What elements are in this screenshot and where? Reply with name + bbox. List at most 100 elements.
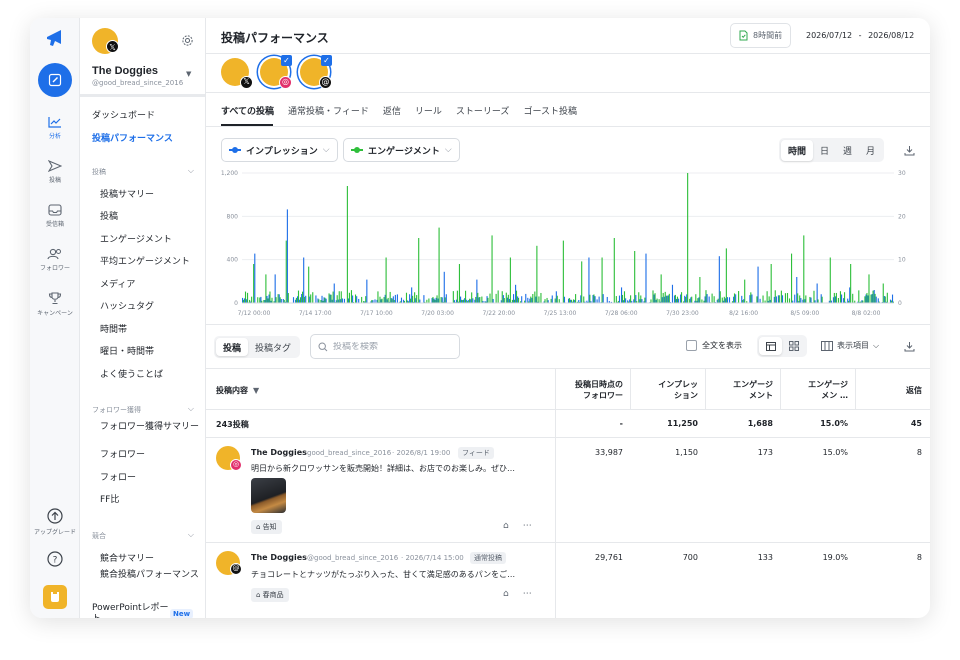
table-mode-toggle: 投稿 投稿タグ (214, 336, 301, 358)
left-metric-select[interactable]: インプレッション ⌵ (221, 138, 338, 162)
nav-follower-summary[interactable]: フォロワー獲得サマリー (100, 422, 200, 433)
rail-posts[interactable]: 投稿 (30, 160, 80, 184)
tab-replies[interactable]: 返信 (383, 104, 401, 117)
engagement-bar (562, 240, 564, 303)
nav-competitor-post-performance[interactable]: 競合投稿パフォーマンス (100, 570, 200, 581)
nav-posts[interactable]: 投稿 (100, 212, 200, 223)
nav-powerpoint-report[interactable]: PowerPointレポート (92, 603, 172, 618)
col-content[interactable]: 投稿内容 ▼ (216, 369, 267, 411)
total-replies: 45 (910, 419, 922, 428)
fulltext-toggle[interactable]: 全文を表示 (686, 340, 742, 351)
account-chip-instagram[interactable]: ✓ ◎ (260, 55, 292, 89)
table-row[interactable]: @ The Doggies @good_bread_since_2016 · 2… (206, 543, 930, 618)
nav-following[interactable]: フォロー (100, 473, 200, 484)
tab-all-posts[interactable]: すべての投稿 (221, 104, 274, 117)
y-left-tick-label: 800 (227, 213, 239, 220)
rail-followers[interactable]: フォロワー (30, 248, 80, 272)
more-icon[interactable]: ⋯ (523, 589, 532, 599)
table-view-button[interactable] (759, 337, 782, 355)
granularity-day[interactable]: 日 (813, 140, 836, 161)
columns-label: 表示項目 (837, 341, 869, 350)
gear-icon[interactable] (181, 34, 194, 47)
rail-analytics[interactable]: 分析 (30, 116, 80, 140)
engagement-bar (725, 248, 727, 303)
nav-engagement[interactable]: エンゲージメント (100, 235, 200, 246)
granularity-week[interactable]: 週 (836, 140, 859, 161)
tab-feed-posts[interactable]: 通常投稿・フィード (288, 104, 369, 117)
section-follower-growth[interactable]: フォロワー獲得 ⌵ (92, 404, 194, 415)
fulltext-checkbox[interactable] (686, 340, 697, 351)
caret-down-icon[interactable]: ▼ (186, 70, 191, 78)
col-impressions[interactable]: インプレッ ション (631, 369, 706, 411)
account-chip-x[interactable]: 𝕏 (221, 58, 253, 89)
brand-avatar[interactable] (43, 585, 67, 609)
engagement-bar (805, 295, 807, 303)
table-header: 投稿内容 ▼ 投稿日時点の フォロワー インプレッ ション エンゲージ メント エ… (206, 368, 930, 410)
more-icon[interactable]: ⋯ (523, 521, 532, 531)
nav-post-summary[interactable]: 投稿サマリー (100, 190, 200, 201)
tab-stories[interactable]: ストーリーズ (456, 104, 510, 117)
divider (206, 324, 930, 325)
app-logo-icon[interactable] (43, 26, 67, 50)
engagement-bar (265, 274, 267, 303)
impression-bar (671, 284, 674, 303)
engagement-bar (487, 297, 489, 303)
nav-media[interactable]: メディア (100, 280, 200, 291)
engagement-bar (813, 290, 815, 303)
engagement-bar (350, 290, 353, 303)
export-freshness-button[interactable]: 8時間前 (730, 23, 792, 48)
account-name[interactable]: The Doggies (92, 65, 158, 77)
download-icon[interactable] (904, 341, 915, 352)
tag-icon[interactable]: ⌂ (503, 521, 509, 531)
right-metric-select[interactable]: エンゲージメント ⌵ (343, 138, 460, 162)
tag-icon[interactable]: ⌂ (503, 589, 509, 599)
nav-followers[interactable]: フォロワー (100, 450, 200, 461)
date-range-picker[interactable]: 2026/07/12 - 2026/08/12 (806, 31, 914, 40)
col-engagements[interactable]: エンゲージ メント (706, 369, 781, 411)
y-left-tick-label: 0 (234, 300, 238, 307)
nav-weekday-time[interactable]: 曜日・時間帯 (100, 347, 200, 358)
post-tag[interactable]: ⌂ 告知 (251, 520, 282, 534)
account-chip-threads[interactable]: ✓ @ (300, 55, 332, 89)
impression-bar (343, 298, 345, 303)
tab-ghost-posts[interactable]: ゴースト投稿 (523, 104, 577, 117)
engagement-bar (275, 297, 277, 303)
download-icon[interactable] (904, 145, 915, 156)
tab-reels[interactable]: リール (415, 104, 442, 117)
post-tag[interactable]: ⌂ 春商品 (251, 588, 289, 602)
nav-avg-engagement[interactable]: 平均エンゲージメント (100, 257, 200, 268)
col-followers[interactable]: 投稿日時点の フォロワー (556, 369, 631, 411)
mode-post-tags[interactable]: 投稿タグ (248, 338, 298, 356)
nav-time-of-day[interactable]: 時間帯 (100, 325, 200, 336)
columns-button[interactable]: 表示項目 ⌵ (821, 340, 879, 351)
section-competitors[interactable]: 競合 ⌵ (92, 530, 194, 541)
grid-view-button[interactable] (782, 337, 805, 355)
search-input[interactable] (333, 341, 453, 352)
col-engagement-rate[interactable]: エンゲージ メン … (781, 369, 856, 411)
rail-upgrade[interactable]: アップグレード (30, 508, 80, 536)
granularity-month[interactable]: 月 (859, 140, 882, 161)
engagement-bar (346, 186, 348, 303)
nav-competitor-summary[interactable]: 競合サマリー (100, 554, 200, 565)
nav-ff-ratio[interactable]: FF比 (100, 495, 200, 506)
nav-common-words[interactable]: よく使うことば (100, 370, 200, 381)
users-icon (47, 248, 61, 260)
rail-campaign[interactable]: キャンペーン (30, 292, 80, 317)
engagement-bar (581, 261, 583, 303)
nav-dashboard[interactable]: ダッシュボード (92, 108, 155, 121)
table-row[interactable]: ◎ The Doggies good_bread_since_2016 · 20… (206, 438, 930, 543)
rail-inbox[interactable]: 受信箱 (30, 204, 80, 228)
compose-button[interactable] (38, 63, 72, 97)
nav-hashtags[interactable]: ハッシュタグ (100, 302, 200, 313)
engagement-bar (711, 293, 713, 303)
impression-bar (396, 294, 398, 303)
col-replies[interactable]: 返信 (856, 369, 930, 411)
post-search (310, 334, 460, 359)
nav-post-performance[interactable]: 投稿パフォーマンス (92, 131, 173, 144)
engagement-bar (336, 295, 338, 303)
rail-help[interactable]: ? (30, 551, 80, 570)
mode-posts[interactable]: 投稿 (216, 338, 249, 356)
granularity-hour[interactable]: 時間 (781, 139, 814, 161)
post-thumbnail[interactable] (251, 478, 286, 513)
section-posts[interactable]: 投稿 ⌵ (92, 166, 194, 177)
